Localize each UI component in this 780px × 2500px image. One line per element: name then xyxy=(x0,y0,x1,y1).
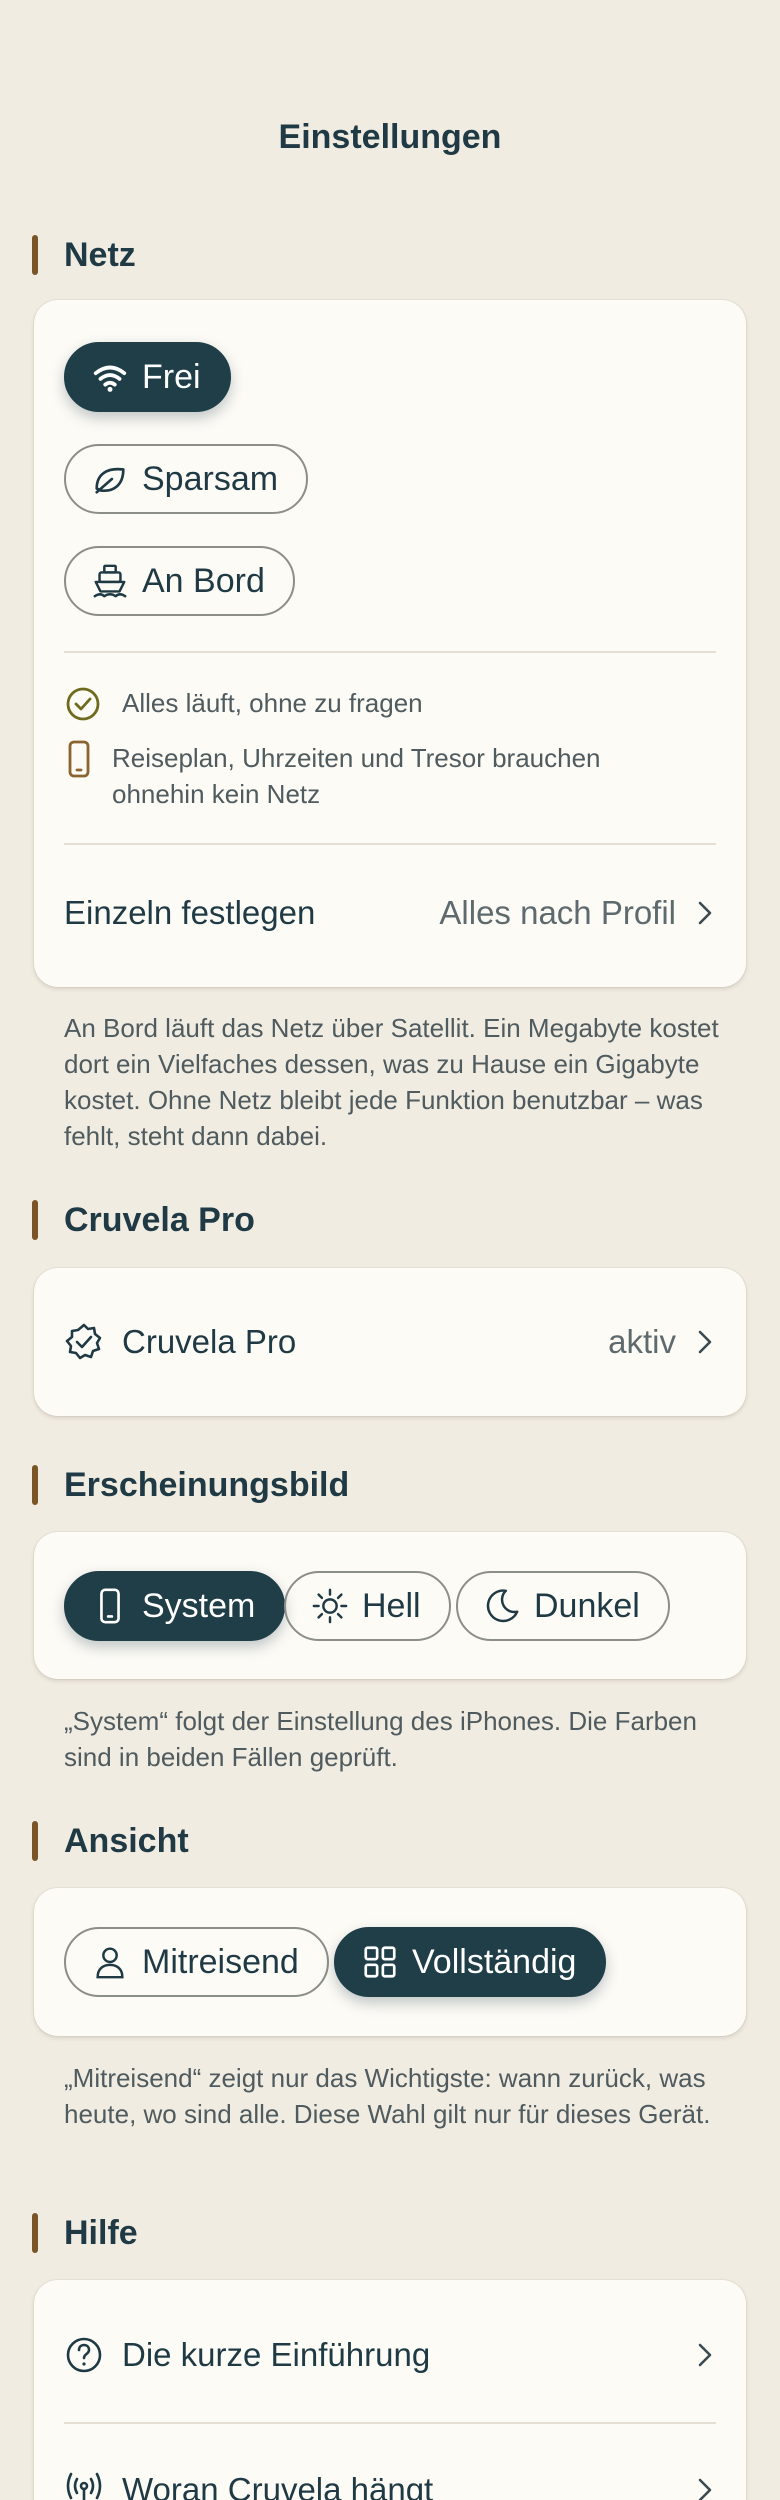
section-header-help: Hilfe xyxy=(32,2213,138,2253)
phone-icon xyxy=(90,1586,130,1626)
chevron-right-icon xyxy=(694,2475,716,2500)
network-option-label: Frei xyxy=(142,357,201,396)
divider xyxy=(64,651,716,653)
moon-icon xyxy=(482,1586,522,1626)
section-header-pro: Cruvela Pro xyxy=(32,1200,255,1240)
section-header-appearance: Erscheinungsbild xyxy=(32,1465,349,1505)
pro-card: Cruvela Pro aktiv xyxy=(34,1268,746,1416)
network-option-frei[interactable]: Frei xyxy=(64,342,231,412)
network-option-label: Sparsam xyxy=(142,459,279,498)
view-option-mitreisend[interactable]: Mitreisend xyxy=(64,1927,329,1997)
section-title-help: Hilfe xyxy=(64,2213,138,2252)
divider xyxy=(64,2422,716,2424)
view-option-label: Mitreisend xyxy=(142,1942,299,1981)
section-header-view: Ansicht xyxy=(32,1821,189,1861)
appearance-note: „System“ folgt der Einstellung des iPhon… xyxy=(64,1706,697,1772)
question-circle-icon xyxy=(64,2335,104,2375)
view-card: Mitreisend Vollständig xyxy=(34,1888,746,2036)
network-option-label: An Bord xyxy=(142,561,265,600)
appearance-option-hell[interactable]: Hell xyxy=(284,1571,451,1641)
check-circle-icon xyxy=(64,685,102,723)
pro-row-label: Cruvela Pro xyxy=(122,1323,297,1360)
section-accent-bar xyxy=(32,235,38,275)
pro-row-value: aktiv xyxy=(608,1323,676,1360)
section-accent-bar xyxy=(32,1200,38,1240)
network-option-sparsam[interactable]: Sparsam xyxy=(64,444,309,514)
badge-check-icon xyxy=(64,1322,104,1362)
sun-icon xyxy=(310,1586,350,1626)
section-accent-bar xyxy=(32,2213,38,2253)
network-detail-value: Alles nach Profil xyxy=(439,894,676,931)
grid-icon xyxy=(360,1942,400,1982)
network-offline-text: Reiseplan, Uhrzeiten und Tresor brauchen… xyxy=(112,743,601,809)
network-card: Frei Sparsam An Bord Alles läuft, ohne z… xyxy=(34,300,746,987)
help-row-label: Woran Cruvela hängt xyxy=(122,2471,434,2500)
network-offline-line: Reiseplan, Uhrzeiten und Tresor brauchen… xyxy=(64,740,664,812)
chevron-right-icon xyxy=(694,1327,716,1357)
divider xyxy=(64,843,716,845)
section-header-netz: Netz xyxy=(32,235,136,275)
help-row-abhaengigkeiten[interactable]: Woran Cruvela hängt xyxy=(64,2455,716,2500)
ship-icon xyxy=(90,561,130,601)
chevron-right-icon xyxy=(694,898,716,928)
leaf-icon xyxy=(90,459,130,499)
view-note: „Mitreisend“ zeigt nur das Wichtigste: w… xyxy=(64,2063,711,2129)
appearance-card: System Hell Dunkel xyxy=(34,1532,746,1679)
phone-icon xyxy=(64,740,94,778)
section-title-view: Ansicht xyxy=(64,1821,189,1860)
section-accent-bar xyxy=(32,1465,38,1505)
network-status-line: Alles läuft, ohne zu fragen xyxy=(64,685,423,723)
section-title-appearance: Erscheinungsbild xyxy=(64,1465,350,1504)
person-icon xyxy=(90,1942,130,1982)
appearance-option-label: System xyxy=(142,1586,256,1625)
network-status-text: Alles läuft, ohne zu fragen xyxy=(122,688,423,718)
help-row-einfuehrung[interactable]: Die kurze Einführung xyxy=(64,2320,716,2390)
appearance-option-dunkel[interactable]: Dunkel xyxy=(456,1571,670,1641)
section-title-pro: Cruvela Pro xyxy=(64,1200,255,1239)
network-note: An Bord läuft das Netz über Satellit. Ei… xyxy=(64,1013,719,1151)
section-accent-bar xyxy=(32,1821,38,1861)
page-title: Einstellungen xyxy=(278,118,502,156)
chevron-right-icon xyxy=(694,2340,716,2370)
appearance-option-label: Dunkel xyxy=(534,1586,640,1625)
view-option-vollstaendig[interactable]: Vollständig xyxy=(334,1927,607,1997)
pro-row[interactable]: Cruvela Pro aktiv xyxy=(64,1307,716,1377)
appearance-option-system[interactable]: System xyxy=(64,1571,286,1641)
help-row-label: Die kurze Einführung xyxy=(122,2336,431,2373)
network-detail-label: Einzeln festlegen xyxy=(64,894,316,931)
antenna-icon xyxy=(64,2470,104,2500)
appearance-option-label: Hell xyxy=(362,1586,421,1625)
section-title-netz: Netz xyxy=(64,235,136,274)
network-detail-row[interactable]: Einzeln festlegen Alles nach Profil xyxy=(64,878,716,948)
wifi-icon xyxy=(90,357,130,397)
view-option-label: Vollständig xyxy=(412,1942,577,1981)
network-option-an-bord[interactable]: An Bord xyxy=(64,546,295,616)
help-card: Die kurze Einführung Woran Cruvela hängt xyxy=(34,2280,746,2500)
